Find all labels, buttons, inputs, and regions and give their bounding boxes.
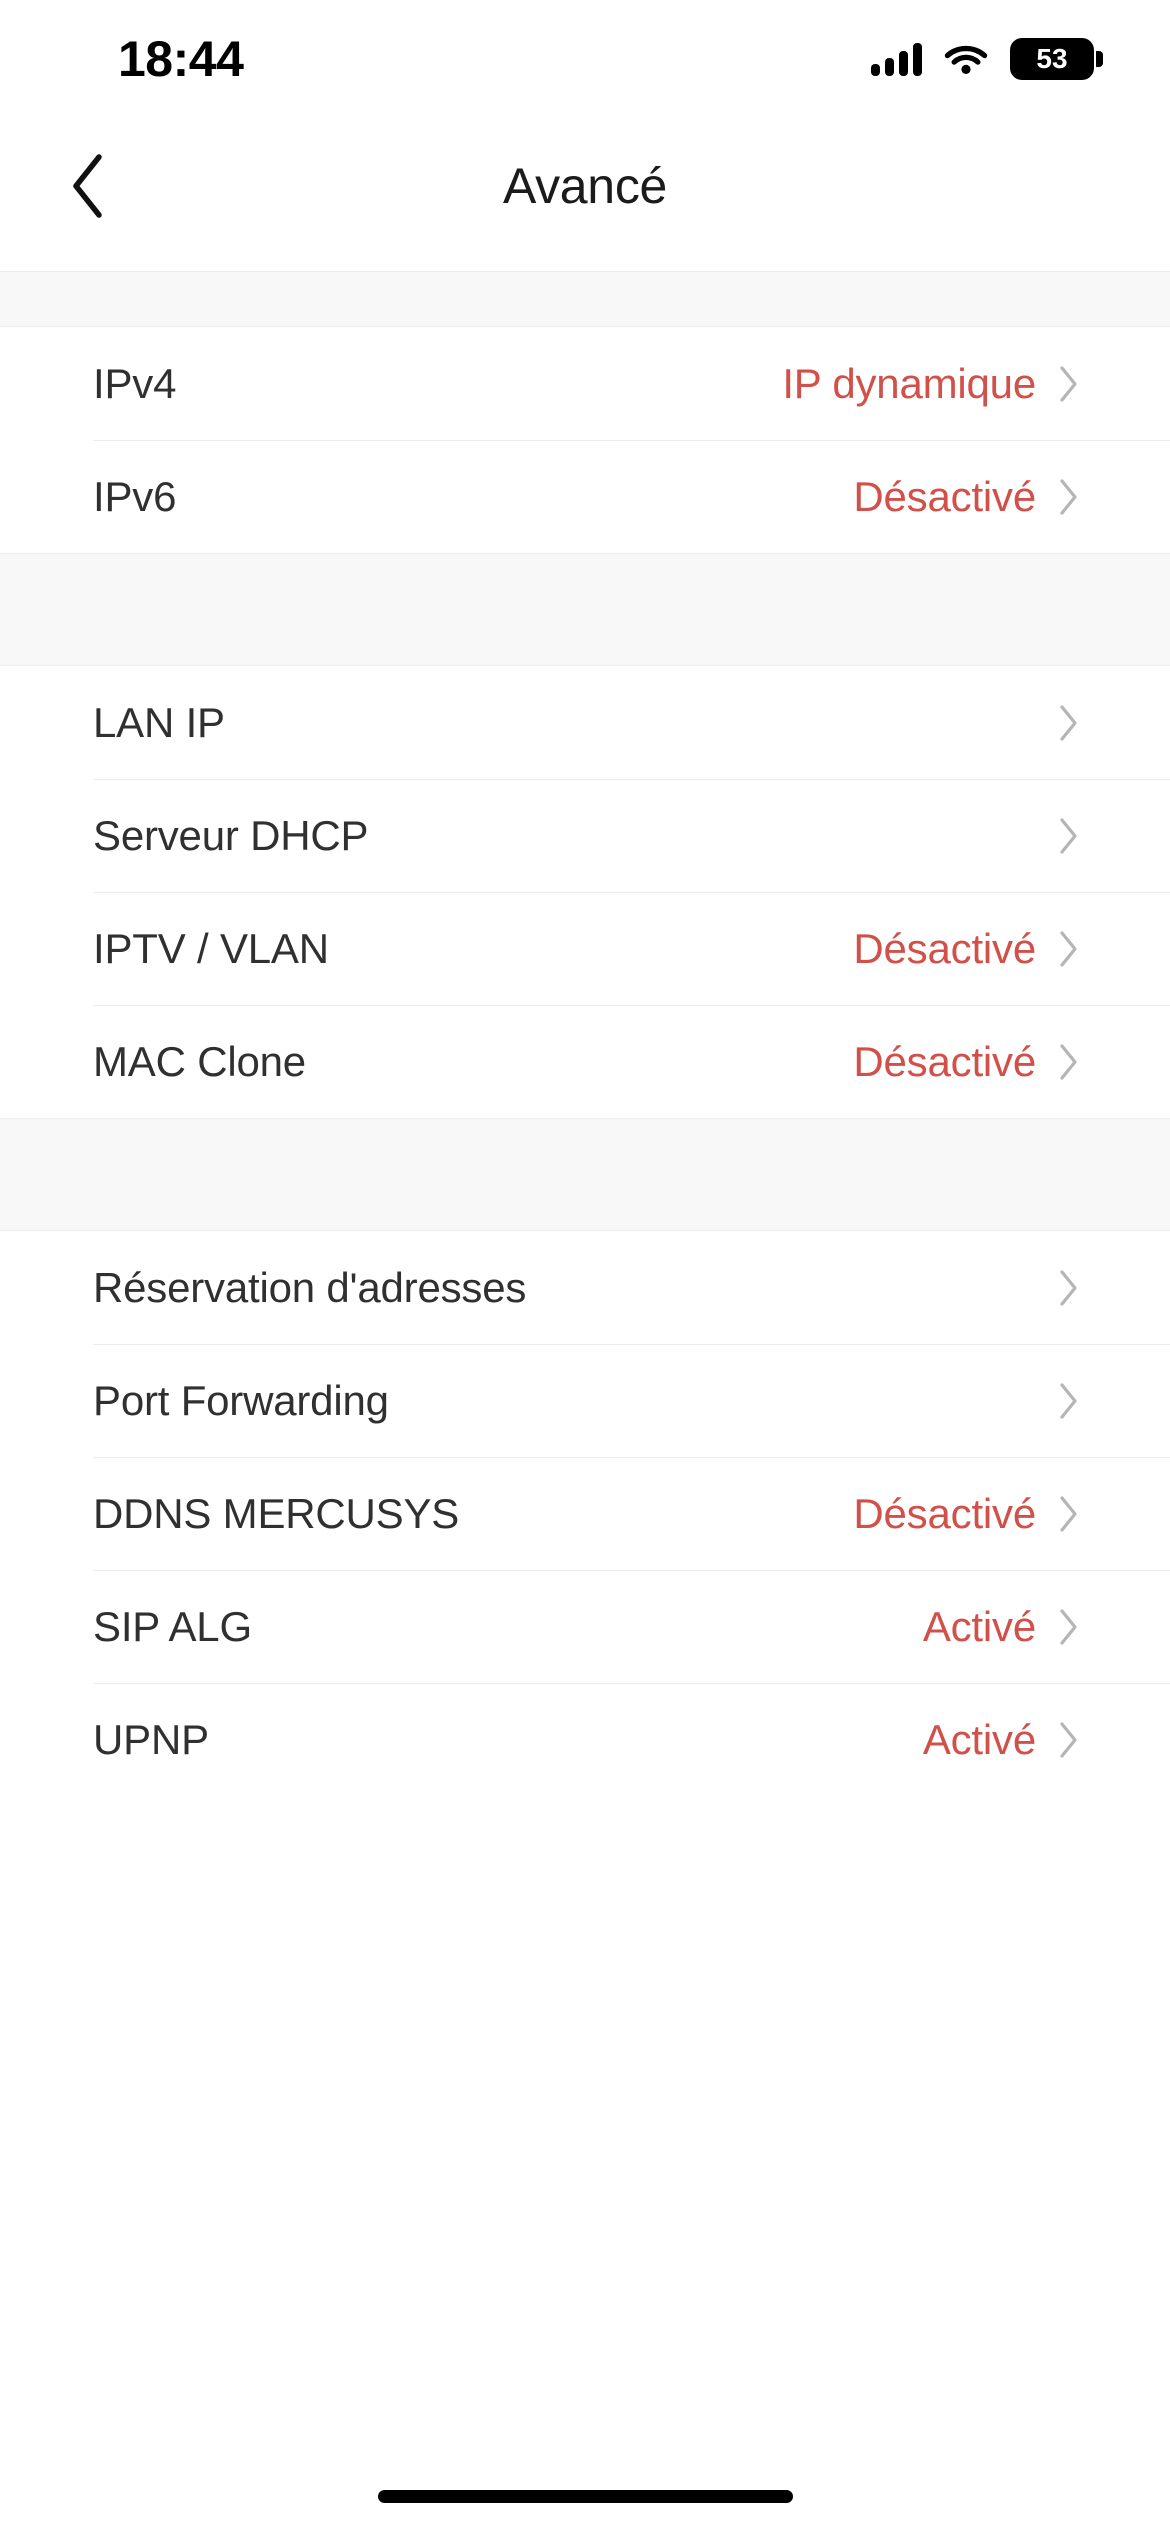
row-value: Désactivé xyxy=(853,924,1036,972)
row-value: Activé xyxy=(922,1715,1036,1763)
home-indicator[interactable] xyxy=(378,2490,793,2503)
chevron-right-icon xyxy=(1058,1042,1080,1082)
group-gap-2 xyxy=(0,1118,1170,1231)
chevron-right-icon xyxy=(1058,364,1080,404)
row-accessory: Activé xyxy=(923,1716,1080,1764)
chevron-right-icon xyxy=(1058,703,1080,743)
row-accessory: Désactivé xyxy=(853,1490,1080,1538)
settings-row-ipv4[interactable]: IPv4 IP dynamique xyxy=(0,327,1170,440)
page-title: Avancé xyxy=(502,157,668,214)
chevron-right-icon xyxy=(1058,1607,1080,1647)
settings-row-ddns-mercusys[interactable]: DDNS MERCUSYS Désactivé xyxy=(0,1457,1170,1570)
status-bar: 18:44 53 xyxy=(0,0,1170,100)
row-label: LAN IP xyxy=(93,698,225,746)
row-value: Désactivé xyxy=(853,472,1036,520)
row-accessory: Désactivé xyxy=(853,1038,1080,1086)
row-label: Port Forwarding xyxy=(93,1376,389,1424)
row-value: IP dynamique xyxy=(782,359,1036,407)
internet-settings-group: IPv4 IP dynamique IPv6 Désactivé xyxy=(0,327,1170,553)
row-accessory xyxy=(1058,816,1080,856)
settings-row-sip-alg[interactable]: SIP ALG Activé xyxy=(0,1570,1170,1683)
row-accessory xyxy=(1058,1268,1080,1308)
settings-row-ipv6[interactable]: IPv6 Désactivé xyxy=(0,440,1170,553)
row-value: Activé xyxy=(922,1602,1036,1650)
chevron-right-icon xyxy=(1058,1268,1080,1308)
status-bar-indicators: 53 xyxy=(871,38,1103,80)
wifi-icon xyxy=(944,42,988,76)
row-accessory xyxy=(1058,703,1080,743)
status-bar-time: 18:44 xyxy=(118,31,244,87)
settings-row-upnp[interactable]: UPNP Activé xyxy=(0,1683,1170,1796)
phone-screen: 18:44 53 Avancé IPv4 IP dynamique IPv6 D… xyxy=(0,0,1170,2532)
settings-row-serveur-dhcp[interactable]: Serveur DHCP xyxy=(0,779,1170,892)
settings-row-mac-clone[interactable]: MAC Clone Désactivé xyxy=(0,1005,1170,1118)
row-label: UPNP xyxy=(93,1715,209,1763)
row-label: MAC Clone xyxy=(93,1037,306,1085)
chevron-right-icon xyxy=(1058,929,1080,969)
battery-icon: 53 xyxy=(1010,38,1103,80)
row-accessory: IP dynamique xyxy=(782,360,1080,408)
row-label: IPTV / VLAN xyxy=(93,924,329,972)
row-accessory: Activé xyxy=(923,1603,1080,1651)
row-value: Désactivé xyxy=(853,1489,1036,1537)
chevron-right-icon xyxy=(1058,1381,1080,1421)
group-gap-1 xyxy=(0,553,1170,666)
settings-row-iptv-vlan[interactable]: IPTV / VLAN Désactivé xyxy=(0,892,1170,1005)
settings-list: IPv4 IP dynamique IPv6 Désactivé LAN IP … xyxy=(0,271,1170,1796)
row-label: SIP ALG xyxy=(93,1602,252,1650)
row-label: Serveur DHCP xyxy=(93,811,369,859)
chevron-right-icon xyxy=(1058,1720,1080,1760)
row-value: Désactivé xyxy=(853,1037,1036,1085)
settings-row-port-forwarding[interactable]: Port Forwarding xyxy=(0,1344,1170,1457)
chevron-left-icon xyxy=(66,151,110,221)
settings-row-reservation-adresses[interactable]: Réservation d'adresses xyxy=(0,1231,1170,1344)
advanced-services-group: Réservation d'adresses Port Forwarding D… xyxy=(0,1231,1170,1796)
row-accessory xyxy=(1058,1381,1080,1421)
chevron-right-icon xyxy=(1058,477,1080,517)
row-accessory: Désactivé xyxy=(853,925,1080,973)
row-label: Réservation d'adresses xyxy=(93,1263,527,1311)
group-gap-top xyxy=(0,271,1170,327)
battery-cap xyxy=(1096,51,1103,67)
chevron-right-icon xyxy=(1058,1494,1080,1534)
back-button[interactable] xyxy=(52,150,124,222)
chevron-right-icon xyxy=(1058,816,1080,856)
row-accessory: Désactivé xyxy=(853,473,1080,521)
row-label: IPv6 xyxy=(93,472,177,520)
settings-row-lan-ip[interactable]: LAN IP xyxy=(0,666,1170,779)
row-label: IPv4 xyxy=(93,359,177,407)
row-label: DDNS MERCUSYS xyxy=(93,1489,460,1537)
cellular-signal-icon xyxy=(871,42,922,76)
battery-level-label: 53 xyxy=(1036,43,1068,74)
network-settings-group: LAN IP Serveur DHCP IPTV / VLAN Désactiv… xyxy=(0,666,1170,1118)
navigation-bar: Avancé xyxy=(0,100,1170,271)
